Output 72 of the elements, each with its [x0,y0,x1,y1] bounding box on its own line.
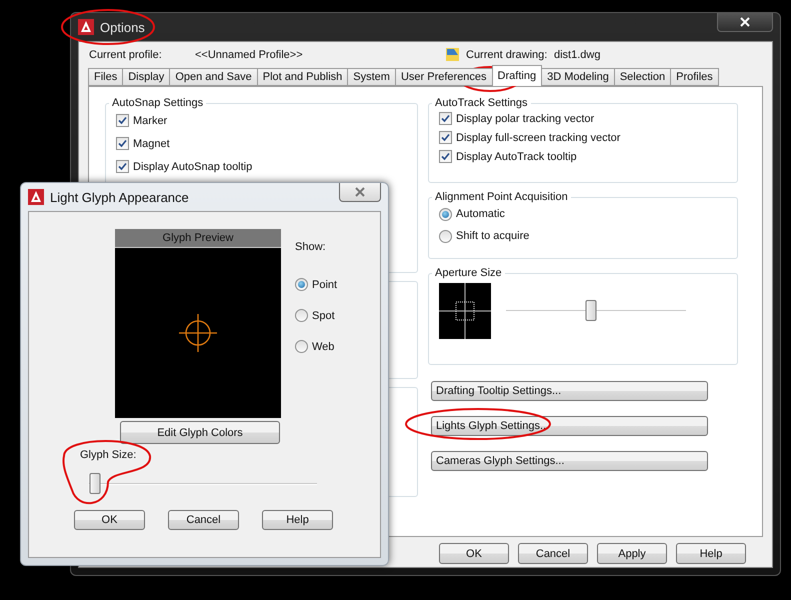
check-icon [441,152,450,161]
window-title: Options [100,20,145,34]
tab[interactable]: System [347,68,396,86]
dialog-button[interactable]: Help [676,543,746,564]
check-icon [441,133,450,142]
radio-button[interactable] [295,340,308,353]
radio-label: Web [312,340,334,352]
edit-colors-button[interactable]: Edit Glyph Colors [120,421,280,444]
aperture-preview-drawing [439,283,491,339]
tab[interactable]: Selection [614,68,672,86]
checkbox-label: Magnet [133,138,170,150]
tab[interactable]: Profiles [670,68,719,86]
tab[interactable]: Files [88,68,124,86]
dialog-button[interactable]: Help [262,510,333,530]
dialog-button[interactable]: Cancel [518,543,588,564]
dialog-title: Light Glyph Appearance [50,190,189,204]
check-icon [118,162,127,171]
radio-label: Spot [312,310,335,322]
checkbox-label: Marker [133,114,168,126]
close-icon [740,17,750,27]
group-title: Aperture Size [434,267,503,279]
group-title: Alignment Point Acquisition [434,191,569,203]
app-logo-icon [28,189,44,205]
settings-button[interactable]: Lights Glyph Settings... [431,416,708,436]
glyph-size-label: Glyph Size: [80,449,136,461]
show-label: Show: [295,241,327,255]
tab[interactable]: 3D Modeling [541,68,615,86]
radio-label: Point [312,278,338,290]
tab[interactable]: User Preferences [394,68,493,86]
check-icon [118,116,127,125]
close-button[interactable] [717,13,773,32]
profile-label: Current profile: [89,48,163,60]
profile-value: <<Unnamed Profile>> [195,48,304,60]
radio-button[interactable] [439,208,452,220]
drawing-label: Current drawing: [466,48,548,60]
radio-button[interactable] [295,278,308,291]
group-title: AutoSnap Settings [111,97,204,109]
radio-button[interactable] [439,230,452,242]
checkbox[interactable] [116,114,129,127]
radio-button[interactable] [295,309,308,322]
checkbox[interactable] [439,150,452,163]
check-icon [441,114,450,123]
drawing-value: dist1.dwg [554,48,600,60]
dialog-button[interactable]: OK [74,510,145,530]
checkbox[interactable] [116,137,129,150]
checkbox-label: Display polar tracking vector [456,112,594,124]
checkbox[interactable] [116,160,129,173]
check-icon [118,139,127,148]
tab[interactable]: Display [122,68,170,86]
settings-button[interactable]: Drafting Tooltip Settings... [431,381,708,401]
checkbox-label: Display AutoSnap tooltip [133,160,252,172]
app-logo-icon [78,19,94,35]
dialog-button[interactable]: Apply [597,543,667,564]
close-icon [355,187,365,197]
dialog-button[interactable]: Cancel [168,510,239,530]
tab[interactable]: Plot and Publish [256,68,348,86]
dialog-button[interactable]: OK [439,543,509,564]
drawing-file-icon [445,47,460,62]
group-title: AutoTrack Settings [434,97,529,109]
preview-header: Glyph Preview [115,229,281,248]
crosshair-glyph-icon [179,314,217,352]
checkbox-label: Display AutoTrack tooltip [456,150,577,162]
settings-button[interactable]: Cameras Glyph Settings... [431,451,708,471]
checkbox[interactable] [439,112,452,125]
slider-thumb[interactable] [90,473,100,494]
radio-label: Automatic [456,208,505,220]
checkbox-label: Display full-screen tracking vector [456,132,620,144]
slider-thumb[interactable] [585,300,596,321]
tab[interactable]: Open and Save [169,68,258,86]
tab[interactable]: Drafting [492,65,542,86]
checkbox[interactable] [439,131,452,144]
radio-label: Shift to acquire [456,230,530,242]
